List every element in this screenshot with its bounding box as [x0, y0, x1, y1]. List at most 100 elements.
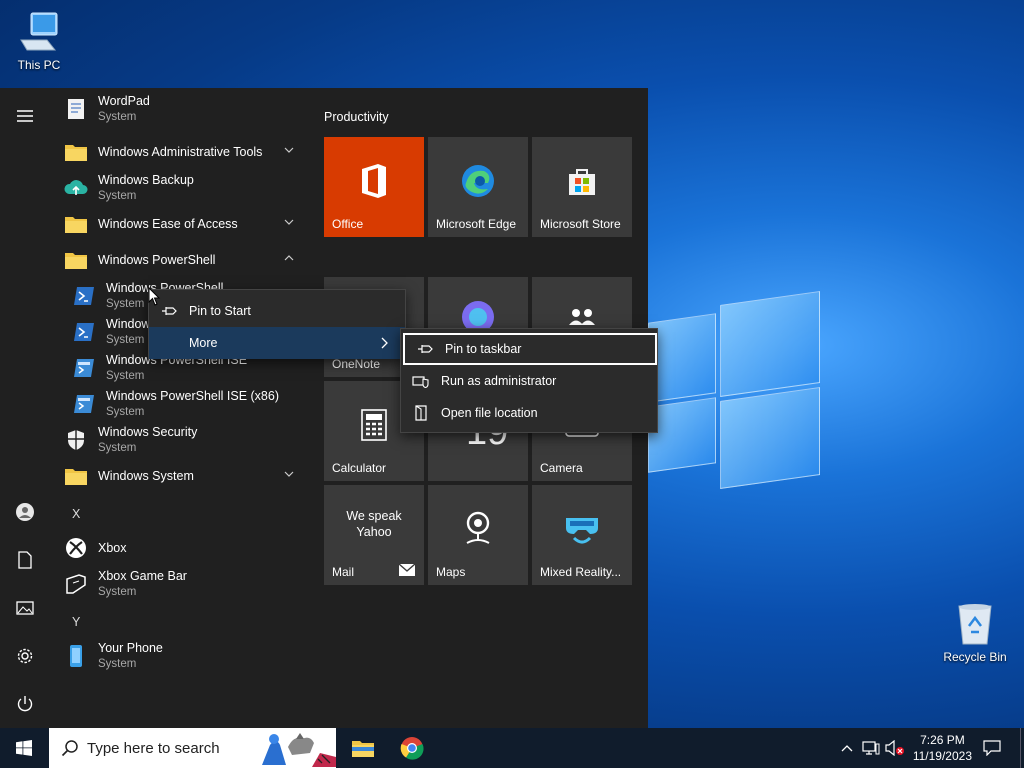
app-windows-security[interactable]: Windows Security System	[64, 422, 308, 458]
start-rail	[0, 88, 50, 728]
taskbar-chrome[interactable]	[389, 728, 435, 768]
taskbar-search-box[interactable]: Type here to search	[49, 728, 336, 768]
admin-shield-icon	[401, 374, 441, 388]
menu-item-run-as-administrator[interactable]: Run as administrator	[401, 365, 657, 397]
tile-microsoft-store[interactable]: Microsoft Store	[532, 137, 632, 237]
start-button[interactable]	[0, 728, 48, 768]
tile-office[interactable]: Office	[324, 137, 424, 237]
app-folder-powershell[interactable]: Windows PowerShell	[64, 242, 308, 278]
app-folder-ease-of-access[interactable]: Windows Ease of Access	[64, 206, 308, 242]
backup-icon	[64, 176, 88, 200]
tile-label: Mixed Reality...	[540, 565, 622, 579]
taskbar: Type here to search 7:26 PM 11/19/2023	[0, 728, 1024, 768]
tile-microsoft-edge[interactable]: Microsoft Edge	[428, 137, 528, 237]
tray-network[interactable]	[860, 728, 882, 768]
app-folder-windows-system[interactable]: Windows System	[64, 458, 308, 494]
this-pc-desktop-icon[interactable]: This PC	[1, 10, 77, 72]
app-name: Windows System	[98, 469, 194, 483]
tile-maps[interactable]: Maps	[428, 485, 528, 585]
folder-icon	[64, 464, 88, 488]
app-name: Windows Administrative Tools	[98, 145, 263, 159]
wordpad-icon	[64, 97, 88, 121]
chrome-icon	[400, 737, 424, 760]
app-subtitle: System	[98, 586, 137, 598]
power-button[interactable]	[13, 692, 37, 716]
chevron-up-icon	[284, 255, 294, 261]
app-subtitle: System	[98, 442, 137, 454]
tile-label: OneNote	[332, 357, 381, 371]
letter-header-y[interactable]: Y	[72, 615, 80, 629]
tile-label: Camera	[540, 461, 583, 475]
settings-button[interactable]	[13, 644, 37, 668]
app-windows-powershell-ise-x86[interactable]: Windows PowerShell ISE (x86) System	[72, 386, 316, 422]
folder-icon	[64, 248, 88, 272]
menu-item-more[interactable]: More	[149, 327, 405, 359]
people-icon	[569, 309, 595, 325]
app-name: Windows Backup	[98, 173, 194, 187]
menu-item-label: Pin to taskbar	[445, 342, 522, 356]
tile-label: Microsoft Store	[540, 217, 621, 231]
tile-mixed-reality[interactable]: Mixed Reality...	[532, 485, 632, 585]
pictures-icon	[16, 601, 34, 615]
tile-mail[interactable]: Mail	[324, 545, 424, 585]
app-your-phone[interactable]: Your Phone System	[64, 638, 308, 674]
tile-label: Office	[332, 217, 364, 231]
powershell-icon	[72, 320, 96, 344]
user-account-button[interactable]	[13, 500, 37, 524]
pin-icon	[149, 306, 189, 316]
menu-item-label: Open file location	[441, 406, 538, 420]
recycle-bin-desktop-icon[interactable]: Recycle Bin	[937, 602, 1013, 664]
calculator-icon	[361, 409, 387, 441]
chevron-down-icon	[284, 147, 294, 153]
hamburger-menu-button[interactable]	[13, 104, 37, 128]
menu-item-open-file-location[interactable]: Open file location	[401, 397, 657, 429]
app-subtitle: System	[98, 190, 137, 202]
taskbar-file-explorer[interactable]	[340, 728, 386, 768]
app-folder-administrative-tools[interactable]: Windows Administrative Tools	[64, 134, 308, 170]
menu-item-label: Pin to Start	[189, 304, 251, 318]
menu-item-label: Run as administrator	[441, 374, 557, 388]
app-name: Xbox	[98, 541, 127, 555]
recycle-bin-label: Recycle Bin	[943, 650, 1007, 664]
tile-group-title: Productivity	[324, 110, 389, 124]
app-name: Windows Ease of Access	[98, 217, 238, 231]
app-windows-backup[interactable]: Windows Backup System	[64, 170, 308, 206]
app-name: Windows Security	[98, 425, 198, 439]
mail-icon	[398, 563, 416, 576]
gear-icon	[17, 648, 33, 664]
notification-icon	[983, 740, 1001, 756]
user-icon	[16, 503, 34, 521]
folder-icon	[64, 140, 88, 164]
letter-header-x[interactable]: X	[72, 507, 80, 521]
tile-label: Mail	[332, 565, 355, 579]
documents-button[interactable]	[13, 548, 37, 572]
menu-item-label: More	[189, 336, 218, 350]
menu-item-pin-to-taskbar[interactable]: Pin to taskbar	[403, 333, 657, 365]
app-name: WordPad	[98, 94, 150, 108]
powershell-icon	[72, 284, 96, 308]
app-list: WordPad System Windows Administrative Too…	[56, 88, 316, 728]
powershell-ise-icon	[72, 356, 96, 380]
wallpaper-windows-logo	[648, 288, 824, 490]
search-icon	[61, 740, 78, 757]
tray-clock[interactable]: 7:26 PM 11/19/2023	[913, 732, 972, 764]
menu-item-pin-to-start[interactable]: Pin to Start	[149, 295, 405, 327]
tray-volume[interactable]	[884, 728, 906, 768]
app-name: Your Phone	[98, 641, 163, 655]
app-subtitle: System	[106, 406, 145, 418]
tile-label: Calculator	[332, 461, 387, 475]
pictures-button[interactable]	[13, 596, 37, 620]
tray-show-hidden-icons[interactable]	[838, 728, 856, 768]
show-desktop-button[interactable]	[1020, 728, 1024, 768]
tile-label: Maps	[436, 565, 466, 579]
pin-icon	[405, 344, 445, 354]
app-name: Windows PowerShell	[98, 253, 216, 267]
recycle-bin-icon	[958, 604, 992, 645]
windows-logo-icon	[16, 740, 32, 756]
hamburger-icon	[17, 110, 33, 122]
app-xbox-game-bar[interactable]: Xbox Game Bar System	[64, 566, 308, 602]
mixed-reality-icon	[566, 518, 598, 544]
action-center-button[interactable]	[976, 728, 1008, 768]
app-wordpad[interactable]: WordPad System	[64, 91, 308, 127]
app-xbox[interactable]: Xbox	[64, 530, 308, 566]
